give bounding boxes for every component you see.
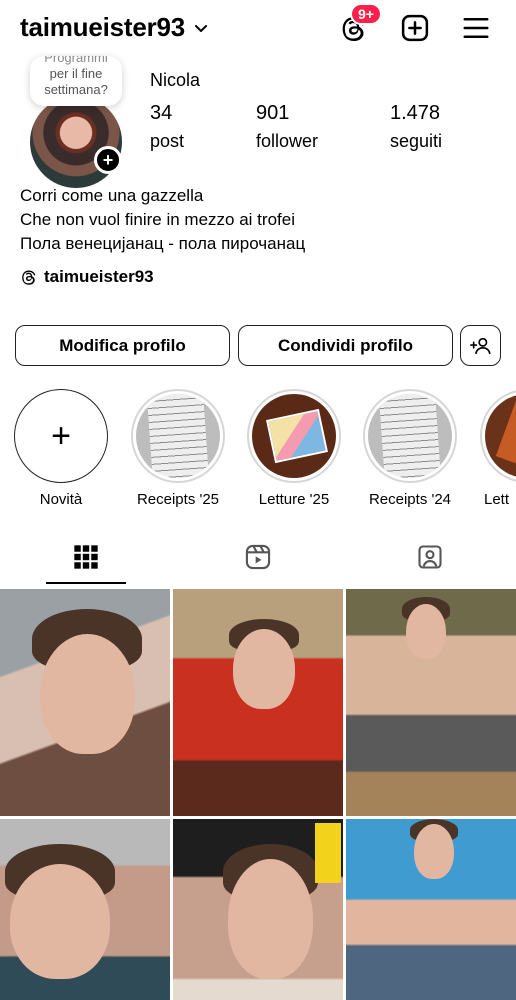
posts-grid-icon — [74, 545, 98, 569]
threads-profile-link[interactable]: taimueister93 — [20, 267, 154, 287]
tab-posts[interactable] — [0, 530, 172, 584]
post-thumbnail[interactable] — [173, 589, 343, 816]
notification-badge: 9+ — [350, 3, 382, 25]
following-count: 1.478 — [390, 102, 441, 124]
account-switcher[interactable]: taimueister93 — [20, 12, 209, 43]
highlight-item[interactable]: Lett — [480, 389, 516, 508]
bio-line: Che non vuol finire in mezzo ai trofei — [20, 210, 295, 229]
add-story-icon[interactable]: + — [94, 146, 122, 174]
profile-tabs — [0, 530, 516, 586]
active-tab-indicator — [46, 582, 126, 584]
display-name: Nicola — [150, 70, 201, 90]
highlight-ring: + — [14, 389, 108, 483]
followers-label: follower — [256, 131, 319, 151]
following-stat[interactable]: 1.478 seguiti — [390, 102, 442, 152]
photo-detail — [414, 824, 454, 879]
photo-detail — [233, 629, 295, 709]
followers-count: 901 — [256, 102, 290, 124]
highlight-cover — [136, 394, 220, 478]
discover-people-button[interactable] — [460, 325, 501, 366]
post-thumbnail[interactable] — [173, 819, 343, 1000]
profile-note[interactable]: Programmi per il fine settimana? — [30, 56, 122, 106]
share-profile-button[interactable]: Condividi profilo — [238, 325, 453, 366]
edit-profile-button[interactable]: Modifica profilo — [15, 325, 230, 366]
add-person-icon — [469, 337, 491, 354]
highlight-item[interactable]: Receipts '25 — [131, 389, 225, 508]
bio: Corri come una gazzella Che non vuol fin… — [20, 184, 305, 256]
tab-tagged[interactable] — [344, 530, 516, 584]
chevron-down-icon — [195, 24, 208, 32]
highlight-ring — [131, 389, 225, 483]
highlight-ring — [363, 389, 457, 483]
reels-icon — [245, 544, 271, 570]
note-line: per il fine — [49, 66, 103, 81]
photo-detail — [228, 859, 313, 979]
highlight-label: Receipts '24 — [368, 491, 452, 508]
highlight-cover — [485, 394, 516, 478]
following-label: seguiti — [390, 131, 443, 151]
photo-detail — [10, 864, 110, 979]
username: taimueister93 — [20, 12, 186, 42]
photo-detail — [406, 604, 446, 659]
highlight-item[interactable]: Receipts '24 — [363, 389, 457, 508]
tab-reels[interactable] — [172, 530, 344, 584]
threads-handle: taimueister93 — [44, 267, 154, 286]
threads-icon — [22, 270, 36, 285]
hamburger-icon — [463, 18, 489, 38]
menu-button[interactable] — [458, 10, 494, 46]
photo-detail — [40, 634, 135, 754]
posts-stat[interactable]: 34 post — [150, 102, 184, 152]
plus-square-icon — [401, 14, 429, 42]
profile-avatar-container[interactable]: + — [30, 96, 122, 188]
warning-sign-image — [315, 823, 341, 883]
create-button[interactable] — [397, 10, 433, 46]
highlight-label: Lett — [484, 491, 510, 508]
bio-line: Corri come una gazzella — [20, 186, 204, 205]
highlight-cover — [368, 394, 452, 478]
highlight-new[interactable]: + Novità — [14, 389, 108, 508]
highlight-ring — [480, 389, 516, 483]
highlight-item[interactable]: Letture '25 — [247, 389, 341, 508]
followers-stat[interactable]: 901 follower — [256, 102, 318, 152]
highlight-cover — [252, 394, 336, 478]
highlight-label: Letture '25 — [258, 491, 330, 508]
highlight-ring — [247, 389, 341, 483]
top-bar: taimueister93 9+ — [0, 0, 516, 56]
highlight-label: Receipts '25 — [136, 491, 220, 508]
posts-grid — [0, 589, 516, 1000]
posts-label: post — [150, 131, 185, 151]
post-thumbnail[interactable] — [346, 819, 516, 1000]
highlight-label: Novità — [39, 491, 83, 508]
tagged-icon — [418, 545, 442, 569]
posts-count: 34 — [150, 102, 173, 124]
avatar[interactable] — [30, 96, 122, 188]
bio-line: Пола венецијанац - пола пирочанац — [20, 234, 306, 253]
post-thumbnail[interactable] — [0, 589, 170, 816]
post-thumbnail[interactable] — [346, 589, 516, 816]
post-thumbnail[interactable] — [0, 819, 170, 1000]
plus-icon: + — [51, 417, 71, 455]
note-line: settimana? — [44, 82, 108, 97]
note-line: Programmi — [44, 56, 108, 65]
